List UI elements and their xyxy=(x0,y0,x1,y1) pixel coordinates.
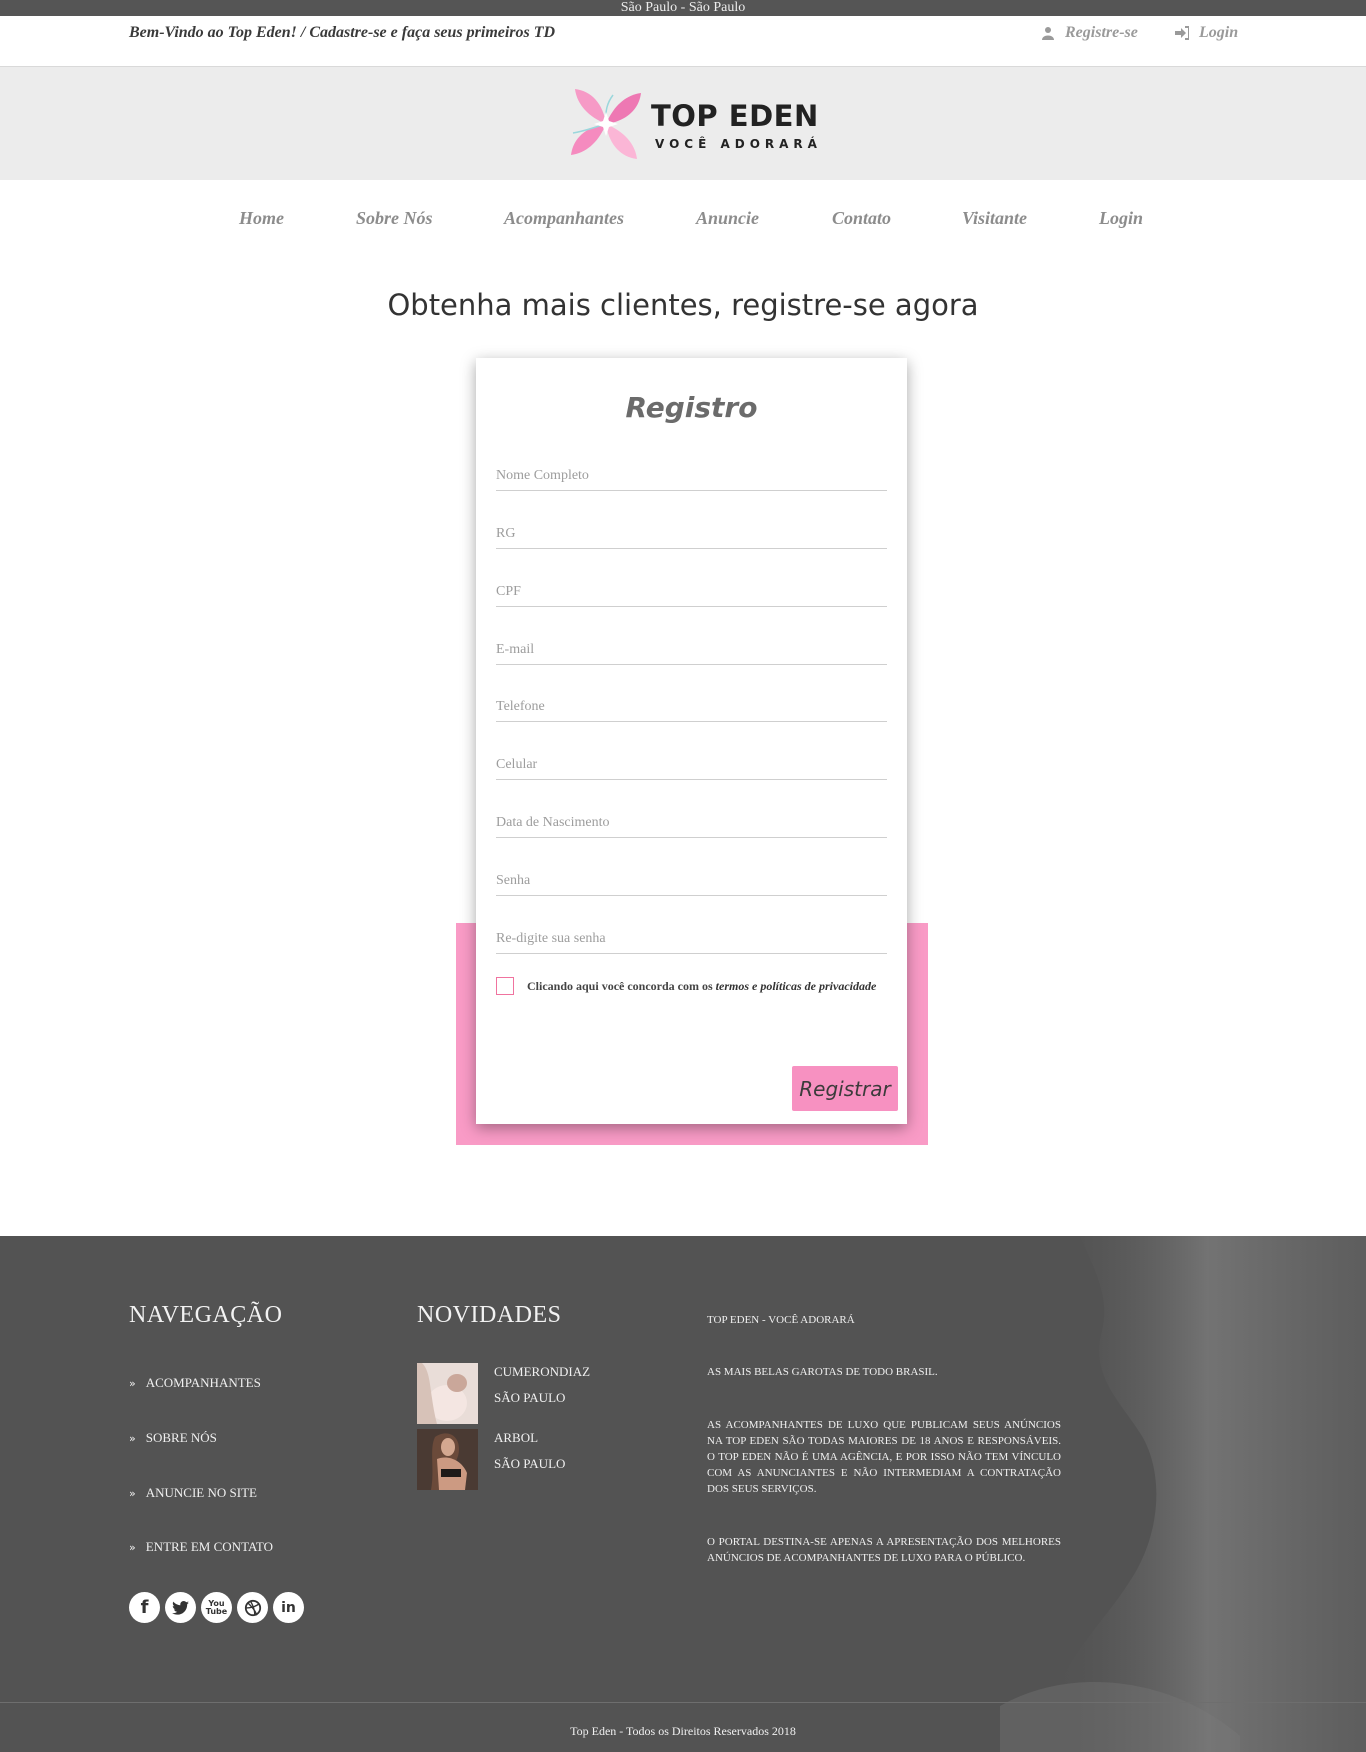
terms-row: Clicando aqui você concorda com os termo… xyxy=(496,975,891,997)
welcome-text: Bem-Vindo ao Top Eden! / Cadastre-se e f… xyxy=(129,24,556,41)
footer: NAVEGAÇÃO » ACOMPANHANTES » SOBRE NÓS » … xyxy=(0,1236,1366,1752)
footer-link-contact[interactable]: » ENTRE EM CONTATO xyxy=(129,1539,273,1555)
rg-field[interactable] xyxy=(496,520,887,549)
footer-link-about[interactable]: » SOBRE NÓS xyxy=(129,1430,217,1446)
footer-link-label: ENTRE EM CONTATO xyxy=(145,1539,274,1554)
form-title: Registro xyxy=(625,391,758,424)
registration-form: Registro Clicando aqui você concorda com… xyxy=(476,358,907,1124)
flower-logo-icon xyxy=(571,89,641,159)
footer-link-escorts[interactable]: » ACOMPANHANTES xyxy=(129,1375,261,1391)
top-login-link[interactable]: Login xyxy=(1175,24,1238,42)
news-text: ARBOL SÃO PAULO xyxy=(494,1429,565,1490)
site-logo[interactable]: TOP EDEN VOCÊ ADORARÁ xyxy=(569,87,819,161)
full-name-field[interactable] xyxy=(496,462,887,491)
register-link[interactable]: Registre-se xyxy=(1041,24,1138,42)
terms-prefix: Clicando aqui você concorda com os xyxy=(527,978,716,993)
sign-in-icon xyxy=(1175,26,1189,40)
double-chevron-icon: » xyxy=(129,1486,136,1500)
nav-advertise[interactable]: Anuncie xyxy=(696,208,759,229)
news-text: CUMERONDIAZ SÃO PAULO xyxy=(494,1363,590,1424)
cpf-field[interactable] xyxy=(496,578,887,607)
about-paragraph-2: AS ACOMPANHANTES DE LUXO QUE PUBLICAM SE… xyxy=(707,1419,1061,1495)
news-city: SÃO PAULO xyxy=(494,1390,566,1405)
terms-checkbox[interactable] xyxy=(496,977,514,995)
nav-visitor[interactable]: Visitante xyxy=(962,208,1027,229)
terms-text: Clicando aqui você concorda com os termo… xyxy=(527,979,876,994)
logo-name: TOP EDEN xyxy=(651,99,819,133)
phone-field[interactable] xyxy=(496,693,887,722)
facebook-icon[interactable]: f xyxy=(129,1592,160,1623)
footer-link-label: ANUNCIE NO SITE xyxy=(145,1485,257,1500)
nav-about[interactable]: Sobre Nós xyxy=(356,208,433,229)
youtube-icon[interactable]: You Tube xyxy=(201,1592,232,1623)
footer-link-advertise[interactable]: » ANUNCIE NO SITE xyxy=(129,1485,257,1501)
double-chevron-icon: » xyxy=(129,1376,136,1390)
password-field[interactable] xyxy=(496,867,887,896)
profile-thumbnail xyxy=(417,1429,478,1490)
news-name[interactable]: ARBOL xyxy=(494,1430,565,1446)
footer-news-heading: NOVIDADES xyxy=(417,1302,562,1328)
main-nav: Home Sobre Nós Acompanhantes Anuncie Con… xyxy=(0,180,1366,257)
news-item[interactable]: ARBOL SÃO PAULO xyxy=(417,1429,565,1490)
mobile-field[interactable] xyxy=(496,751,887,780)
twitter-icon[interactable] xyxy=(165,1592,196,1623)
birthdate-field[interactable] xyxy=(496,809,887,838)
email-field[interactable] xyxy=(496,636,887,665)
welcome-row: Bem-Vindo ao Top Eden! / Cadastre-se e f… xyxy=(0,16,1366,67)
linkedin-icon[interactable]: in xyxy=(273,1592,304,1623)
dribbble-icon[interactable] xyxy=(237,1592,268,1623)
register-button[interactable]: Registrar xyxy=(792,1066,898,1111)
about-paragraph-3: O PORTAL DESTINA-SE APENAS A APRESENTAÇÃ… xyxy=(707,1536,1061,1564)
copyright-text: Top Eden - Todos os Direitos Reservados … xyxy=(570,1724,796,1738)
location-bar: São Paulo - São Paulo xyxy=(0,0,1366,16)
terms-link[interactable]: termos e políticas de privacidade xyxy=(716,979,877,993)
location-text: São Paulo - São Paulo xyxy=(620,0,746,15)
news-name[interactable]: CUMERONDIAZ xyxy=(494,1364,590,1380)
page-heading: Obtenha mais clientes, registre-se agora xyxy=(387,288,979,322)
news-item[interactable]: CUMERONDIAZ SÃO PAULO xyxy=(417,1363,590,1424)
register-link-label: Registre-se xyxy=(1065,24,1138,41)
logo-tagline: VOCÊ ADORARÁ xyxy=(655,137,822,151)
about-title: TOP EDEN - VOCÊ ADORARÁ xyxy=(707,1314,855,1326)
about-paragraph-1: AS MAIS BELAS GAROTAS DE TODO BRASIL. xyxy=(707,1366,938,1378)
footer-link-label: ACOMPANHANTES xyxy=(145,1375,261,1390)
social-links: f You Tube in xyxy=(129,1592,304,1623)
nav-home[interactable]: Home xyxy=(239,208,284,229)
news-city: SÃO PAULO xyxy=(494,1456,566,1471)
nav-login[interactable]: Login xyxy=(1099,208,1143,229)
footer-nav-heading: NAVEGAÇÃO xyxy=(129,1302,283,1328)
double-chevron-icon: » xyxy=(129,1540,136,1554)
nav-escorts[interactable]: Acompanhantes xyxy=(504,208,624,229)
top-login-label: Login xyxy=(1199,24,1239,41)
user-icon xyxy=(1042,27,1054,40)
double-chevron-icon: » xyxy=(129,1431,136,1445)
profile-thumbnail xyxy=(417,1363,478,1424)
header-band: TOP EDEN VOCÊ ADORARÁ xyxy=(0,67,1366,180)
nav-contact[interactable]: Contato xyxy=(832,208,891,229)
footer-link-label: SOBRE NÓS xyxy=(145,1430,217,1445)
confirm-password-field[interactable] xyxy=(496,925,887,954)
footer-bottom-bar: Top Eden - Todos os Direitos Reservados … xyxy=(0,1702,1366,1752)
